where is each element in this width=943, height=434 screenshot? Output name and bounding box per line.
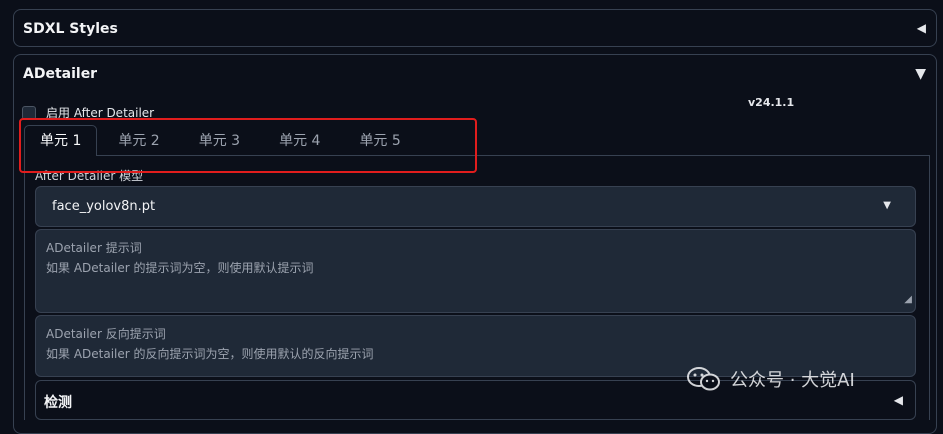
prompt-textarea[interactable]: ADetailer 提示词 如果 ADetailer 的提示词为空，则使用默认提… [35,229,916,313]
enable-adetailer-label: 启用 After Detailer [46,106,155,120]
neg-prompt-placeholder-title: ADetailer 反向提示词 [46,327,166,341]
neg-prompt-placeholder-hint: 如果 ADetailer 的反向提示词为空，则使用默认的反向提示词 [46,347,374,361]
sdxl-styles-title: SDXL Styles [23,21,118,37]
dropdown-caret-icon[interactable]: ▼ [883,200,891,211]
unit-tabs: 单元 1 单元 2 单元 3 单元 4 单元 5 [24,125,424,156]
tab-unit-1[interactable]: 单元 1 [24,125,98,156]
model-label: After Detailer 模型 [35,169,144,183]
wechat-icon [687,367,720,391]
model-select[interactable]: face_yolov8n.pt ▼ [35,186,916,227]
collapse-left-icon[interactable]: ◀ [917,21,926,35]
collapse-left-icon[interactable]: ◀ [894,393,903,407]
version-label: v24.1.1 [748,96,795,109]
detection-title: 检测 [44,395,72,411]
tab-unit-5[interactable]: 单元 5 [343,125,416,156]
enable-adetailer-row[interactable]: 启用 After Detailer [22,104,154,121]
prompt-placeholder-hint: 如果 ADetailer 的提示词为空，则使用默认提示词 [46,261,314,275]
watermark: 公众号 · 大觉AI [686,366,855,392]
tab-unit-2[interactable]: 单元 2 [102,125,175,156]
model-select-value: face_yolov8n.pt [52,199,156,214]
resize-handle-icon[interactable]: ◢ [904,290,912,310]
tab-unit-3[interactable]: 单元 3 [183,125,256,156]
enable-adetailer-checkbox[interactable] [22,105,36,120]
tab-unit-4[interactable]: 单元 4 [263,125,336,156]
expand-down-icon[interactable]: ▼ [915,66,926,82]
adetailer-title: ADetailer [23,66,98,82]
watermark-text: 公众号 · 大觉AI [730,370,855,391]
prompt-placeholder-title: ADetailer 提示词 [46,241,142,255]
sdxl-styles-accordion[interactable]: SDXL Styles ◀ [13,9,937,47]
